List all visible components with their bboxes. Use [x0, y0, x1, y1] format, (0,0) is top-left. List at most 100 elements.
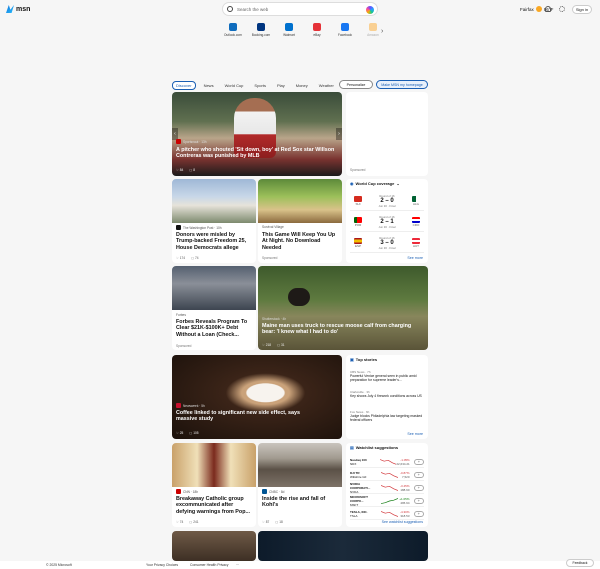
hero-title[interactable]: A pitcher who shouted 'Sit down, boy' at… — [176, 147, 338, 160]
tab-discover[interactable]: Discover — [172, 80, 196, 90]
tab-world-cup[interactable]: World Cup — [222, 82, 247, 89]
partial-image — [172, 531, 256, 561]
partial-image — [258, 531, 428, 561]
tab-weather[interactable]: Weather — [316, 82, 337, 89]
top-story-item[interactable]: Fox News · 6h Judge blocks Philadelphia l… — [350, 410, 424, 423]
chevron-down-icon[interactable]: ⌄ — [396, 181, 399, 186]
msn-logo[interactable]: msn — [6, 5, 30, 13]
card-moose[interactable]: Shutterstock · 4h Maine man uses truck t… — [258, 266, 428, 350]
tab-news[interactable]: News — [201, 82, 217, 89]
chart-icon: ▤ — [350, 445, 354, 450]
card-forbes[interactable]: Forbes Forbes Reveals Program To Clear $… — [172, 266, 256, 350]
stock-row[interactable]: Nasdaq 100 NDX -1.05% 22,634.21 + — [350, 456, 424, 468]
catholic-reactions: ♡ 74 ▢ 241 — [176, 520, 199, 524]
copilot-icon[interactable] — [366, 6, 374, 14]
card-donors[interactable]: The Washington Post · 10h Donors were mi… — [172, 179, 256, 263]
facebook-icon — [341, 23, 349, 31]
stock-name: Nasdaq 100 NDX — [350, 457, 367, 466]
bear-figure — [288, 288, 310, 306]
kohls-title[interactable]: Inside the rise and fall of Kohl's — [262, 496, 338, 509]
shortcut-booking[interactable]: Booking.com — [250, 22, 272, 46]
like-count[interactable]: ♡ 84 — [176, 168, 183, 172]
feedback-button[interactable]: Feedback — [566, 559, 594, 567]
cnbc-logo-icon — [262, 489, 267, 494]
notifications-icon[interactable] — [545, 6, 551, 12]
sign-in-button[interactable]: Sign in — [572, 5, 592, 14]
match-row[interactable]: SUI Round of 16 2 – 0 Jun 30 · Final ALG — [350, 191, 424, 211]
privacy-choices-link[interactable]: Your Privacy Choices — [146, 563, 178, 567]
hero-image — [172, 92, 342, 176]
outlook-icon — [229, 23, 237, 31]
hero-reactions: ♡ 84 ▢ 8 — [176, 168, 195, 172]
card-partial-bottom-wide[interactable] — [258, 531, 428, 561]
catholic-source: CNN · 18h — [176, 489, 198, 494]
card-partial-bottom-left[interactable] — [172, 531, 256, 561]
top-stories-widget: ▣ Top stories CBS News · 7h Powerful Venic… — [346, 355, 428, 439]
world-cup-see-more[interactable]: See more — [407, 256, 423, 260]
forbes-image — [172, 266, 256, 310]
shortcuts-next-chevron-icon[interactable]: › — [381, 28, 383, 35]
coffee-source: Newsweek · 5h — [176, 403, 205, 408]
stock-change: +1.05% 495.94 — [399, 496, 410, 505]
shortcut-outlook[interactable]: Outlook.com — [222, 22, 244, 46]
ad-card-top[interactable]: Sponsored — [346, 92, 428, 176]
forbes-sponsored: Sponsored — [176, 344, 192, 348]
match-row[interactable]: ESP Round of 16 3 – 0 Jun 30 · Final AUT — [350, 233, 424, 253]
sparkline — [380, 510, 398, 517]
logo-text: msn — [16, 5, 31, 13]
tab-play[interactable]: Play — [274, 82, 288, 89]
stock-row[interactable]: TESLA, INC. TSLA -4.30% 318.53 + — [350, 508, 424, 520]
top-stories-see-more[interactable]: See more — [407, 432, 423, 436]
make-homepage-button[interactable]: Make MSN my homepage — [376, 80, 428, 89]
carousel-next-arrow[interactable]: › — [336, 128, 342, 140]
hero-card[interactable]: ‹ › Sportsnaut · 13h A pitcher who shout… — [172, 92, 342, 176]
add-to-watchlist-plus-icon[interactable]: + — [413, 458, 424, 465]
coffee-title[interactable]: Coffee linked to significant new side ef… — [176, 410, 322, 423]
game-source: Survival Village — [262, 225, 284, 229]
card-kohls[interactable]: CNBC · 8d Inside the rise and fall of Ko… — [258, 443, 342, 527]
game-image — [258, 179, 342, 223]
card-catholic[interactable]: CNN · 18h Breakaway Catholic group excom… — [172, 443, 256, 527]
stock-row[interactable]: NVIDIA CORPORATI... NVDA -3.45% 188.90 + — [350, 482, 424, 494]
add-to-watchlist-plus-icon[interactable]: + — [413, 497, 424, 504]
stock-row[interactable]: DJI TR Wiltshire GF -0.87% 7,520 + — [350, 469, 424, 481]
add-to-watchlist-plus-icon[interactable]: + — [413, 510, 424, 517]
tab-sports[interactable]: Sports — [251, 82, 269, 89]
top-story-item[interactable]: CBS News · 7h Powerful Venice general see… — [350, 370, 424, 383]
watchlist-widget: ▤ Watchlist suggestions Nasdaq 100 NDX -1.0… — [346, 443, 428, 527]
comment-count[interactable]: ▢ 8 — [189, 168, 195, 172]
moose-source: Shutterstock · 4h — [262, 317, 287, 321]
card-coffee[interactable]: Newsweek · 5h Coffee linked to significa… — [172, 355, 342, 439]
sun-icon — [535, 6, 542, 12]
copyright: © 2025 Microsoft — [46, 563, 72, 567]
watchlist-see-more[interactable]: See watchlist suggestions — [382, 520, 423, 524]
personalize-button[interactable]: Personalize — [339, 80, 373, 89]
tab-money[interactable]: Money — [293, 82, 311, 89]
game-title[interactable]: This Game Will Keep You Up At Night. No … — [262, 232, 338, 251]
shortcuts-row: Outlook.com Booking.com Walmart eBay Fac… — [222, 22, 392, 46]
stock-row[interactable]: MICROSOFT CORPO... MSFT +1.05% 495.94 + — [350, 495, 424, 507]
donors-title[interactable]: Donors were misled by Trump-backed Freed… — [176, 232, 252, 251]
add-to-watchlist-plus-icon[interactable]: + — [413, 484, 424, 491]
shortcut-facebook[interactable]: Facebook — [334, 22, 356, 46]
shortcut-ebay[interactable]: eBay — [306, 22, 328, 46]
world-cup-header[interactable]: ◉ World Cup coverage ⌄ — [350, 181, 400, 186]
top-stories-header[interactable]: ▣ Top stories — [350, 357, 377, 362]
watchlist-header[interactable]: ▤ Watchlist suggestions — [350, 445, 398, 450]
add-to-watchlist-plus-icon[interactable]: + — [413, 471, 424, 478]
moose-title[interactable]: Maine man uses truck to rescue moose cal… — [262, 323, 418, 336]
search-box[interactable]: Search the web — [222, 2, 378, 16]
hero-source: Sportsnaut · 13h — [176, 139, 207, 144]
top-story-item[interactable]: Clarksville · 3h Key shows July 4 firewor… — [350, 390, 424, 398]
match-row[interactable]: POR Round of 16 2 – 1 Jun 30 · Final CRO — [350, 212, 424, 232]
catholic-title[interactable]: Breakaway Catholic group excommunicated … — [176, 496, 252, 515]
settings-gear-icon[interactable] — [559, 6, 565, 12]
health-privacy-link[interactable]: Consumer Health Privacy — [190, 563, 228, 567]
search-icon — [227, 6, 233, 12]
weather-location: Fairfax — [520, 6, 534, 12]
footer-more-icon[interactable]: ··· — [236, 563, 239, 567]
search-input[interactable]: Search the web — [237, 7, 268, 12]
card-game-ad[interactable]: Survival Village This Game Will Keep You… — [258, 179, 342, 263]
shortcut-walmart[interactable]: Walmart — [278, 22, 300, 46]
forbes-title[interactable]: Forbes Reveals Program To Clear $21K-$10… — [176, 319, 252, 338]
